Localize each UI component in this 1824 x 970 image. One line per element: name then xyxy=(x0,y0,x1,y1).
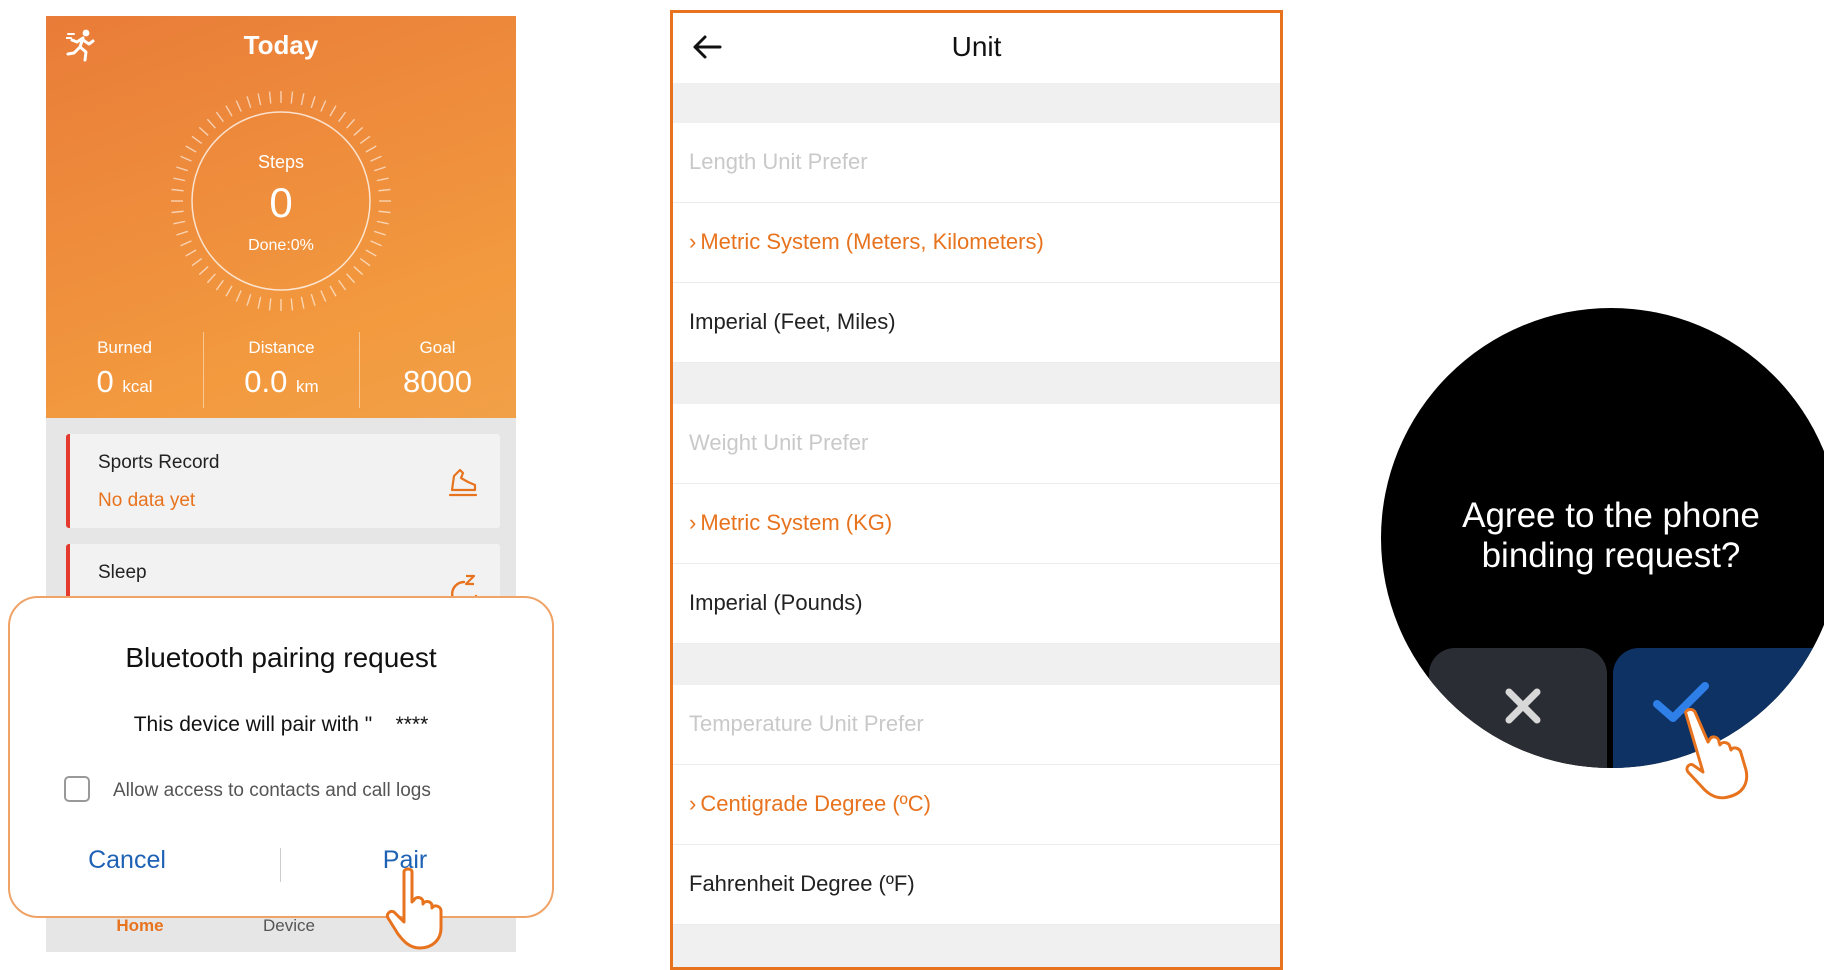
ring-tick xyxy=(198,266,209,276)
ring-tick xyxy=(257,93,262,106)
dialog-message: This device will pair with " **** xyxy=(133,713,429,736)
ring-tick xyxy=(268,91,272,104)
ring-tick xyxy=(320,100,327,112)
page-title: Today xyxy=(243,30,319,60)
ring-tick xyxy=(246,96,252,109)
distance-label: Distance xyxy=(248,338,315,357)
sports-shoe-icon xyxy=(448,468,478,497)
row-label: › Metric System (KG) xyxy=(689,510,893,535)
binding-request-question: Agree to the phone binding request? xyxy=(1462,496,1760,575)
ring-tick xyxy=(215,279,224,291)
ring-tick xyxy=(353,266,364,276)
length-unit-header: Length Unit Prefer xyxy=(673,123,1280,203)
nav-device[interactable]: Device xyxy=(244,916,334,936)
ring-tick xyxy=(346,118,356,129)
button-divider xyxy=(280,848,281,882)
unit-settings-screen: Unit Length Unit Prefer › Metric System (… xyxy=(670,10,1283,970)
ring-tick xyxy=(225,105,233,117)
ring-tick xyxy=(290,298,294,311)
ring-tick xyxy=(373,230,386,236)
burned-label: Burned xyxy=(97,338,152,357)
cancel-button[interactable]: Cancel xyxy=(52,846,202,875)
sports-record-title: Sports Record xyxy=(98,452,220,473)
steps-value: 0 xyxy=(269,179,293,226)
watch-face: Agree to the phone binding request? xyxy=(1381,308,1824,768)
ring-tick xyxy=(329,105,337,117)
ring-tick xyxy=(206,273,216,284)
steps-label: Steps xyxy=(257,152,305,172)
temperature-unit-header: Temperature Unit Prefer xyxy=(673,685,1280,765)
ring-tick xyxy=(246,293,252,306)
dialog-title: Bluetooth pairing request xyxy=(125,642,437,673)
ring-tick xyxy=(257,296,262,309)
contacts-access-checkbox[interactable] xyxy=(64,776,90,802)
ring-tick xyxy=(235,100,242,112)
ring-tick xyxy=(235,290,242,302)
today-header: Today Steps 0 Done:0% Burned 0 kcal Dist… xyxy=(46,16,516,418)
sports-record-card[interactable]: Sports Record No data yet xyxy=(66,434,500,528)
close-icon xyxy=(1505,688,1541,724)
burned-unit: kcal xyxy=(122,377,153,396)
ring-tick xyxy=(268,298,272,311)
chevron-right-icon: › xyxy=(689,229,697,254)
length-metric-option[interactable]: › Metric System (Meters, Kilometers) xyxy=(673,203,1280,283)
ring-tick xyxy=(206,118,216,129)
ring-tick xyxy=(290,91,294,104)
row-label: › Metric System (Meters, Kilometers) xyxy=(689,229,1044,254)
ring-tick xyxy=(176,230,189,236)
temperature-centigrade-option[interactable]: › Centigrade Degree (ºC) xyxy=(673,765,1280,845)
distance-unit: km xyxy=(296,377,319,396)
sports-record-status: No data yet xyxy=(98,490,196,511)
distance-value: 0.0 xyxy=(244,364,288,399)
nav-home[interactable]: Home xyxy=(100,916,180,936)
ring-tick xyxy=(310,96,316,109)
ring-tick xyxy=(300,93,305,106)
distance-value-line: 0.0 km xyxy=(203,364,360,400)
ring-tick xyxy=(320,290,327,302)
goal-label: Goal xyxy=(419,338,456,357)
top-bar: Unit xyxy=(673,13,1280,83)
row-label: Length Unit Prefer xyxy=(689,149,868,174)
chevron-right-icon: › xyxy=(689,510,697,535)
length-imperial-option[interactable]: Imperial (Feet, Miles) xyxy=(673,283,1280,363)
weight-unit-header: Weight Unit Prefer xyxy=(673,404,1280,484)
ring-tick xyxy=(310,293,316,306)
burned-value: 0 xyxy=(96,364,114,399)
ring-tick xyxy=(215,111,224,123)
ring-tick xyxy=(198,126,209,136)
row-label: Imperial (Pounds) xyxy=(689,590,863,615)
ring-tick xyxy=(300,296,305,309)
contacts-access-label: Allow access to contacts and call logs xyxy=(113,780,431,801)
ring-tick xyxy=(353,126,364,136)
page-title: Unit xyxy=(951,31,1002,62)
ring-tick xyxy=(191,135,203,144)
ring-tick xyxy=(329,285,337,297)
distance-stat: Distance 0.0 km xyxy=(203,338,360,400)
pointing-hand-icon xyxy=(386,867,443,950)
ring-tick xyxy=(191,258,203,267)
weight-imperial-option[interactable]: Imperial (Pounds) xyxy=(673,564,1280,644)
bluetooth-pairing-dialog: Bluetooth pairing request This device wi… xyxy=(8,596,554,918)
burned-value-line: 0 kcal xyxy=(46,364,203,400)
row-label: Weight Unit Prefer xyxy=(689,430,869,455)
row-label: Fahrenheit Degree (ºF) xyxy=(689,871,915,896)
row-label: Imperial (Feet, Miles) xyxy=(689,309,896,334)
ring-tick xyxy=(225,285,233,297)
ring-tick xyxy=(338,279,347,291)
chevron-right-icon: › xyxy=(689,791,697,816)
steps-done-percent: Done:0% xyxy=(248,237,314,254)
ring-tick xyxy=(338,111,347,123)
burned-stat: Burned 0 kcal xyxy=(46,338,203,400)
weight-metric-option[interactable]: › Metric System (KG) xyxy=(673,484,1280,564)
sleep-title: Sleep xyxy=(98,562,147,583)
temperature-fahrenheit-option[interactable]: Fahrenheit Degree (ºF) xyxy=(673,845,1280,925)
goal-stat: Goal 8000 xyxy=(359,338,516,400)
pointing-hand-icon xyxy=(1684,708,1749,800)
goal-value: 8000 xyxy=(403,364,472,399)
ring-tick xyxy=(359,135,371,144)
ring-tick xyxy=(346,273,356,284)
row-label: › Centigrade Degree (ºC) xyxy=(689,791,931,816)
ring-tick xyxy=(359,258,371,267)
row-label: Temperature Unit Prefer xyxy=(689,711,924,736)
